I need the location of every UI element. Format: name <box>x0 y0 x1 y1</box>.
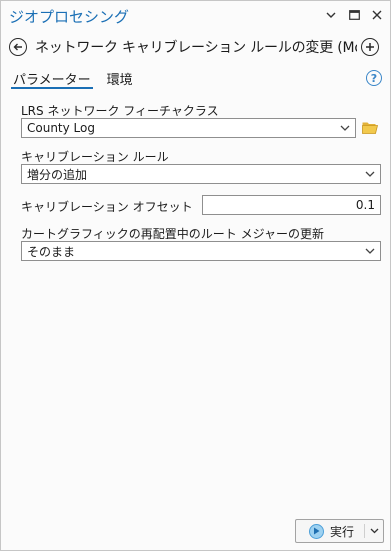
network-select[interactable]: County Log <box>21 118 356 138</box>
tool-header: ネットワーク キャリブレーション ルールの変更 (Modify N... <box>1 33 390 61</box>
tool-title: ネットワーク キャリブレーション ルールの変更 (Modify N... <box>35 40 357 56</box>
tab-bar: パラメーター 環境 <box>11 67 135 91</box>
network-value: County Log <box>27 121 95 135</box>
chevron-down-icon[interactable] <box>370 527 379 535</box>
offset-value: 0.1 <box>355 198 375 212</box>
offset-label: キャリブレーション オフセット <box>21 200 193 214</box>
close-icon[interactable] <box>370 8 384 22</box>
geoprocessing-pane: ジオプロセシング ネットワーク キャリブレーション ルールの変更 (Modify… <box>0 0 391 551</box>
tab-environments[interactable]: 環境 <box>105 67 135 89</box>
plus-icon[interactable] <box>361 38 379 56</box>
cartographic-select[interactable]: そのまま <box>21 241 381 261</box>
pane-titlebar: ジオプロセシング <box>1 1 390 31</box>
pane-title: ジオプロセシング <box>9 7 130 26</box>
cartographic-label: カートグラフィックの再配置中のルート メジャーの更新 <box>21 227 324 241</box>
pane-controls <box>324 8 384 22</box>
run-button[interactable]: 実行 <box>295 519 384 543</box>
run-label: 実行 <box>330 524 355 539</box>
rule-label: キャリブレーション ルール <box>21 150 169 164</box>
back-arrow-icon[interactable] <box>9 38 27 56</box>
rule-select[interactable]: 増分の追加 <box>21 164 381 184</box>
play-icon <box>309 523 324 539</box>
chevron-down-icon[interactable] <box>324 8 338 22</box>
chevron-down-icon <box>340 125 350 131</box>
chevron-down-icon <box>365 248 375 254</box>
chevron-down-icon <box>365 171 375 177</box>
rule-value: 増分の追加 <box>27 167 88 182</box>
folder-icon[interactable] <box>362 121 378 134</box>
offset-input[interactable]: 0.1 <box>202 195 381 215</box>
network-label: LRS ネットワーク フィーチャクラス <box>21 104 219 118</box>
run-separator <box>364 524 365 538</box>
tab-parameters[interactable]: パラメーター <box>11 67 93 89</box>
cartographic-value: そのまま <box>27 244 76 259</box>
maximize-icon[interactable] <box>347 8 361 22</box>
help-icon[interactable]: ? <box>366 70 382 86</box>
